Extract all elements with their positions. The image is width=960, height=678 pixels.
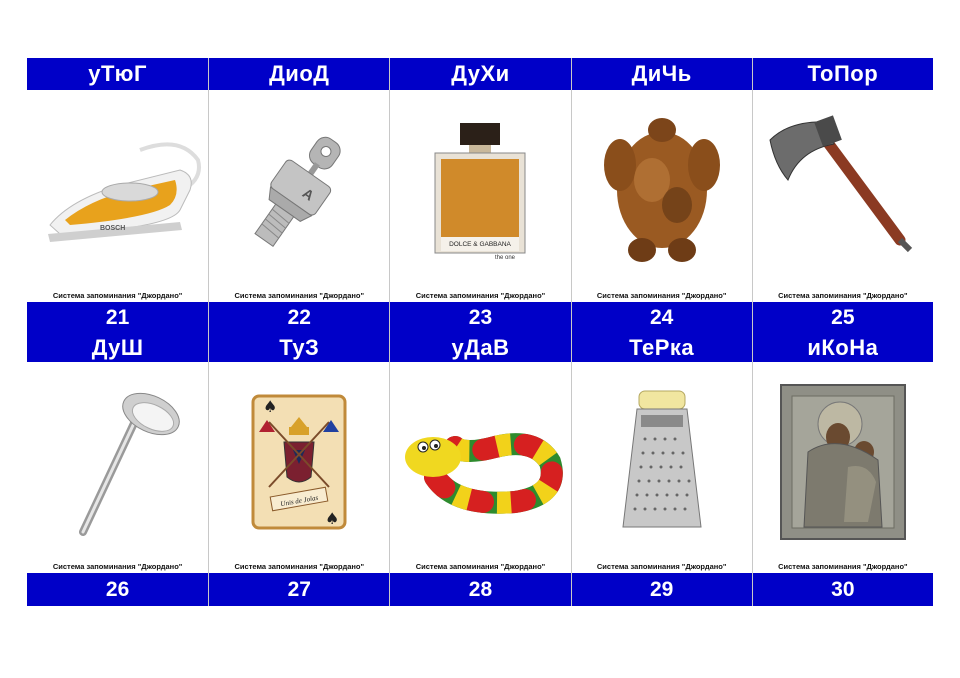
card-23: ДуХи DOLCE & GABBANA the one Система зап… — [389, 58, 571, 334]
card-number: 27 — [209, 573, 390, 606]
card-number: 26 — [27, 573, 209, 606]
card-caption: Система запоминания "Джордано" — [596, 562, 727, 571]
axe-icon — [753, 90, 933, 290]
card-24: ДиЧь Система запоминания "Джордано" 24 — [570, 58, 752, 334]
memory-cards-sheet: уТюГ BOSCH Система запоминания "Джордано… — [27, 58, 933, 606]
card-number: 24 — [571, 302, 752, 334]
roast-bird-icon — [572, 90, 752, 290]
card-number: 21 — [27, 302, 209, 334]
card-22: ДиоД A Система запоминания "Джордано" 22 — [208, 58, 390, 334]
perfume-brand: DOLCE & GABBANA — [450, 241, 512, 248]
icon-painting-icon — [753, 362, 933, 561]
perfume-line: the one — [495, 255, 516, 261]
card-caption: Система запоминания "Джордано" — [778, 291, 908, 300]
card-number: 30 — [752, 573, 933, 606]
ace-card-icon: ♠ ♠ Unis de Jolas — [209, 362, 389, 561]
svg-text:♠: ♠ — [325, 509, 339, 528]
iron-icon: BOSCH — [27, 90, 208, 290]
card-30: иКоНа Система запоминания "Джордано" 30 — [751, 334, 933, 606]
card-caption: Система запоминания "Джордано" — [596, 291, 727, 300]
card-number: 28 — [390, 573, 571, 606]
card-number: 25 — [752, 302, 933, 334]
shower-head-icon — [27, 362, 208, 561]
cards-row-1: уТюГ BOSCH Система запоминания "Джордано… — [27, 58, 933, 334]
card-word: ТоПор — [752, 58, 933, 90]
card-caption: Система запоминания "Джордано" — [415, 291, 546, 300]
iron-brand: BOSCH — [100, 225, 125, 232]
card-caption: Система запоминания "Джордано" — [415, 562, 546, 571]
card-word: ДуШ — [27, 334, 209, 362]
card-caption: Система запоминания "Джордано" — [234, 291, 365, 300]
grater-icon — [572, 362, 752, 561]
toy-snake-icon — [390, 362, 570, 561]
card-word: ДиЧь — [571, 58, 752, 90]
card-27: ТуЗ ♠ ♠ Unis de Jolas Система запоминани… — [208, 334, 390, 606]
card-number: 22 — [209, 302, 390, 334]
card-word: ДиоД — [209, 58, 390, 90]
cards-row-2: ДуШ Система запоминания "Джордано" 26 Ту… — [27, 334, 933, 606]
card-number: 29 — [571, 573, 752, 606]
card-word: иКоНа — [752, 334, 933, 362]
card-29: ТеРка Система запоминания "Джордано" 29 — [570, 334, 752, 606]
card-word: ДуХи — [390, 58, 571, 90]
card-21: уТюГ BOSCH Система запоминания "Джордано… — [27, 58, 209, 334]
card-word: ТеРка — [571, 334, 752, 362]
svg-text:♠: ♠ — [263, 397, 277, 416]
card-caption: Система запоминания "Джордано" — [52, 291, 183, 300]
card-28: уДаВ Система запоминания "Джордано" 28 — [389, 334, 571, 606]
card-caption: Система запоминания "Джордано" — [778, 562, 908, 571]
card-25: ТоПор Система запоминания "Джордано" 25 — [751, 58, 933, 334]
card-26: ДуШ Система запоминания "Джордано" 26 — [27, 334, 209, 606]
perfume-icon: DOLCE & GABBANA the one — [390, 90, 570, 290]
card-word: уДаВ — [390, 334, 571, 362]
card-number: 23 — [390, 302, 571, 334]
card-word: ТуЗ — [209, 334, 390, 362]
card-word: уТюГ — [27, 58, 209, 90]
card-caption: Система запоминания "Джордано" — [234, 562, 365, 571]
card-caption: Система запоминания "Джордано" — [52, 562, 183, 571]
diode-icon: A — [209, 90, 389, 290]
